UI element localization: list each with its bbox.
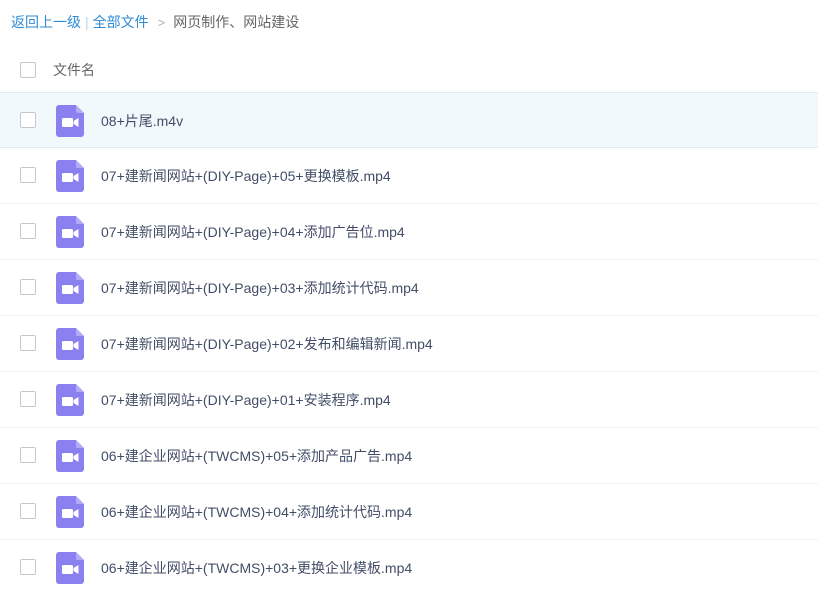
video-file-icon — [56, 272, 84, 304]
video-file-icon — [56, 384, 84, 416]
file-list: 08+片尾.m4v 07+建新闻网站+(DIY-Page)+05+更换模板.mp4… — [0, 92, 818, 589]
file-name[interactable]: 06+建企业网站+(TWCMS)+05+添加产品广告.mp4 — [101, 446, 412, 466]
file-name[interactable]: 08+片尾.m4v — [101, 111, 183, 131]
row-checkbox[interactable] — [20, 559, 36, 575]
file-name[interactable]: 07+建新闻网站+(DIY-Page)+03+添加统计代码.mp4 — [101, 278, 419, 298]
file-row[interactable]: 07+建新闻网站+(DIY-Page)+04+添加广告位.mp4 — [0, 204, 818, 260]
video-file-icon — [56, 216, 84, 248]
file-row[interactable]: 08+片尾.m4v — [0, 92, 818, 148]
filename-column-header[interactable]: 文件名 — [53, 60, 95, 80]
video-file-icon — [56, 160, 84, 192]
file-row[interactable]: 07+建新闻网站+(DIY-Page)+05+更换模板.mp4 — [0, 148, 818, 204]
video-file-icon — [56, 552, 84, 584]
file-name[interactable]: 06+建企业网站+(TWCMS)+04+添加统计代码.mp4 — [101, 502, 412, 522]
file-row[interactable]: 07+建新闻网站+(DIY-Page)+01+安装程序.mp4 — [0, 372, 818, 428]
row-checkbox[interactable] — [20, 279, 36, 295]
file-name[interactable]: 07+建新闻网站+(DIY-Page)+02+发布和编辑新闻.mp4 — [101, 334, 433, 354]
breadcrumb-separator: | — [85, 14, 89, 30]
file-row[interactable]: 06+建企业网站+(TWCMS)+05+添加产品广告.mp4 — [0, 428, 818, 484]
file-name[interactable]: 07+建新闻网站+(DIY-Page)+05+更换模板.mp4 — [101, 166, 391, 186]
video-file-icon — [56, 496, 84, 528]
video-file-icon — [56, 105, 84, 137]
breadcrumb-arrow: > — [157, 15, 166, 30]
file-name[interactable]: 07+建新闻网站+(DIY-Page)+01+安装程序.mp4 — [101, 390, 391, 410]
row-checkbox[interactable] — [20, 447, 36, 463]
back-link[interactable]: 返回上一级 — [11, 14, 81, 30]
file-browser: 返回上一级 | 全部文件 > 网页制作、网站建设 文件名 08+片尾.m4v 07+建新闻… — [0, 0, 818, 589]
file-row[interactable]: 07+建新闻网站+(DIY-Page)+02+发布和编辑新闻.mp4 — [0, 316, 818, 372]
file-name[interactable]: 07+建新闻网站+(DIY-Page)+04+添加广告位.mp4 — [101, 222, 405, 242]
all-files-link[interactable]: 全部文件 — [93, 14, 149, 30]
video-file-icon — [56, 328, 84, 360]
row-checkbox[interactable] — [20, 223, 36, 239]
row-checkbox[interactable] — [20, 167, 36, 183]
select-all-checkbox[interactable] — [20, 62, 36, 78]
file-row[interactable]: 06+建企业网站+(TWCMS)+04+添加统计代码.mp4 — [0, 484, 818, 540]
row-checkbox[interactable] — [20, 503, 36, 519]
current-folder: 网页制作、网站建设 — [173, 14, 300, 30]
file-row[interactable]: 06+建企业网站+(TWCMS)+03+更换企业模板.mp4 — [0, 540, 818, 589]
row-checkbox[interactable] — [20, 391, 36, 407]
video-file-icon — [56, 440, 84, 472]
file-row[interactable]: 07+建新闻网站+(DIY-Page)+03+添加统计代码.mp4 — [0, 260, 818, 316]
row-checkbox[interactable] — [20, 112, 36, 128]
breadcrumb: 返回上一级 | 全部文件 > 网页制作、网站建设 — [11, 12, 299, 32]
row-checkbox[interactable] — [20, 335, 36, 351]
list-header: 文件名 — [0, 50, 818, 90]
file-name[interactable]: 06+建企业网站+(TWCMS)+03+更换企业模板.mp4 — [101, 558, 412, 578]
